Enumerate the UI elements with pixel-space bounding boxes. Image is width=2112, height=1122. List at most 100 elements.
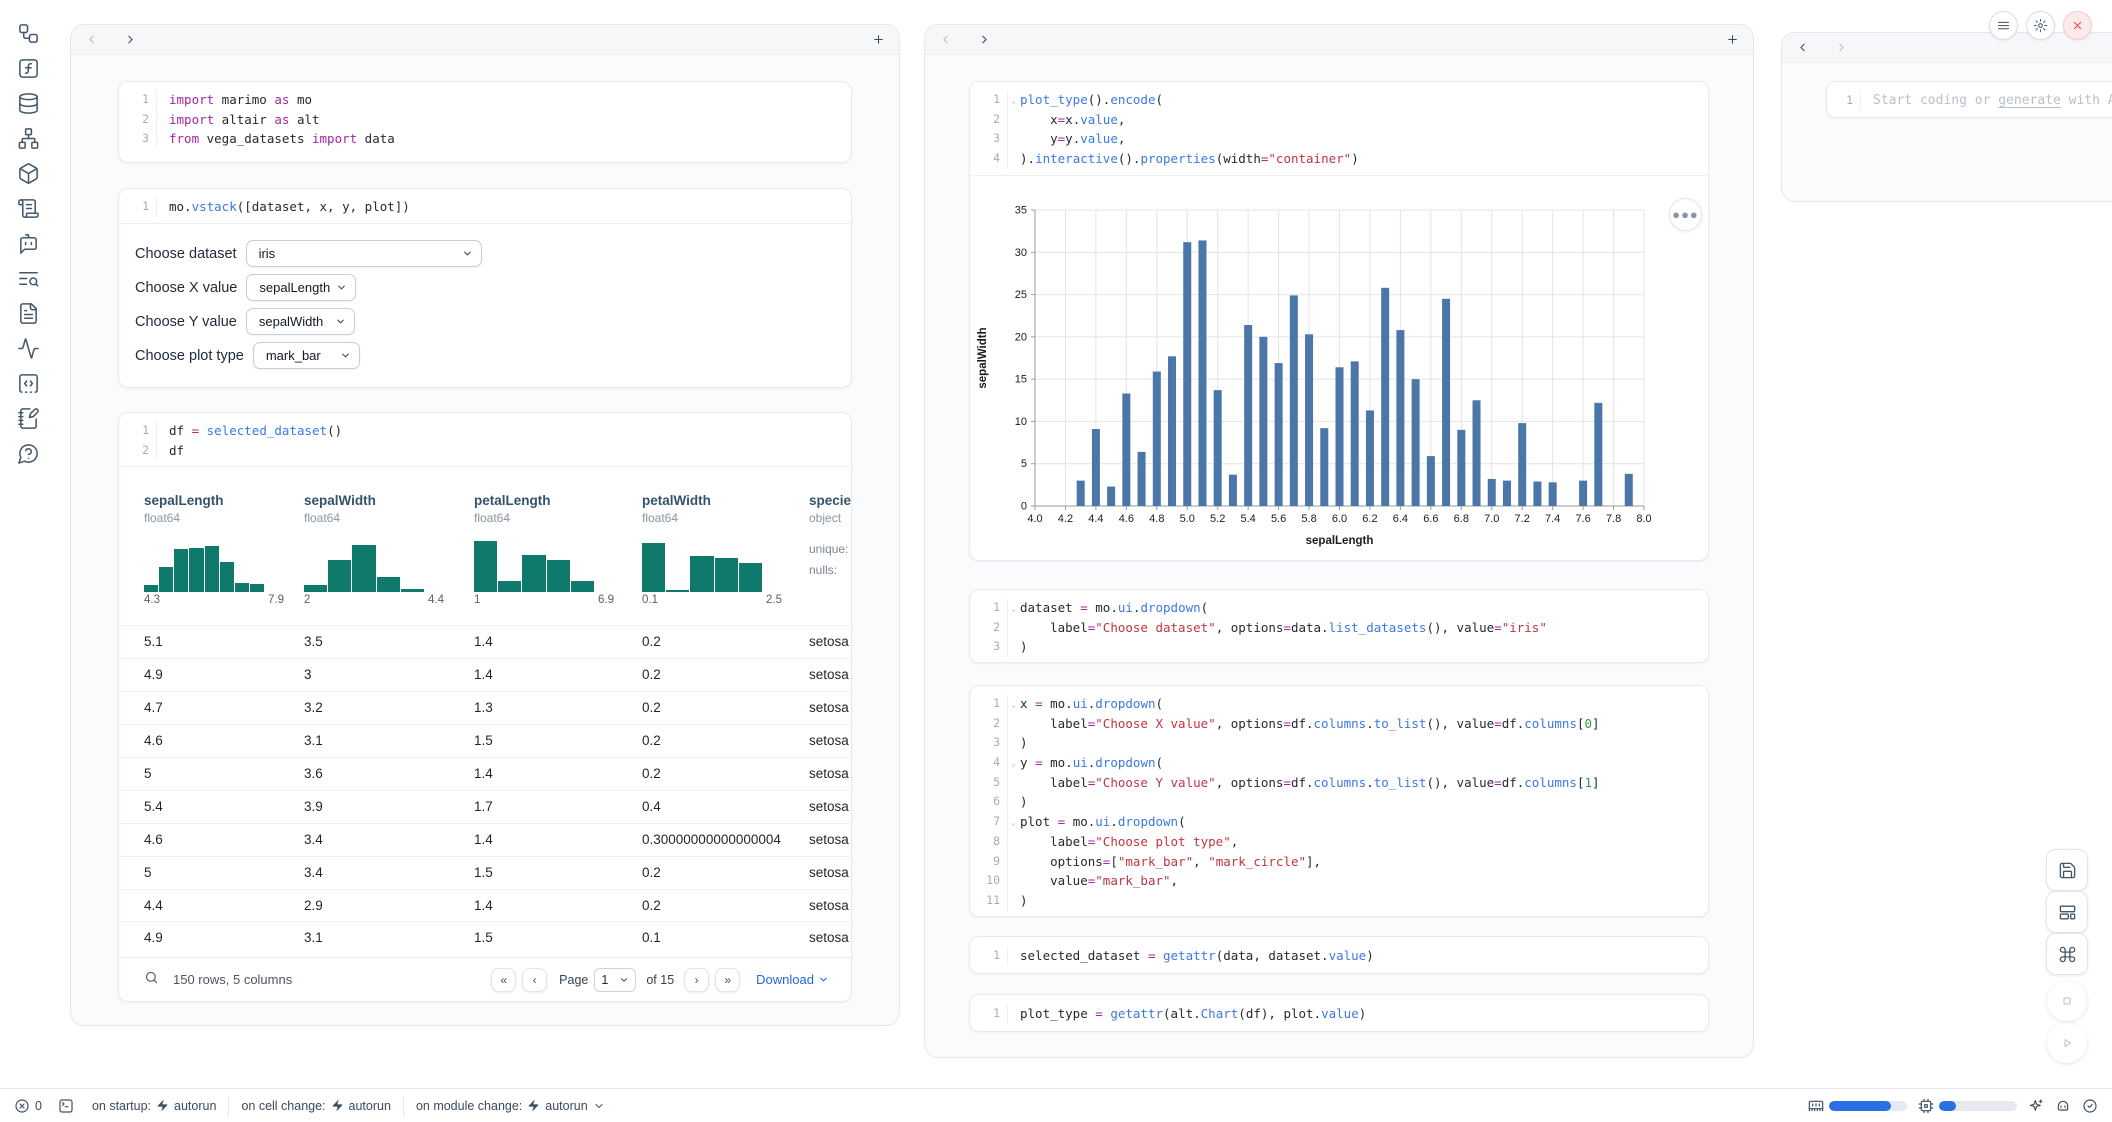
copilot-button[interactable]: [2055, 1098, 2071, 1114]
table-row[interactable]: 53.41.50.2setosa: [119, 856, 851, 889]
column-prev-icon[interactable]: [85, 33, 98, 46]
datasources-icon[interactable]: [15, 90, 41, 116]
runtime-config-item[interactable]: on module change:autorun: [416, 1099, 605, 1113]
generate-link[interactable]: generate: [1998, 93, 2061, 108]
editor-placeholder[interactable]: Start coding or generate with AI: [1861, 90, 2112, 111]
cell-imports[interactable]: 1import marimo as mo2import altair as al…: [118, 81, 852, 163]
runtime-config-item[interactable]: on startup:autorun: [92, 1099, 216, 1113]
choose-plot-type-dropdown[interactable]: mark_bar: [253, 342, 360, 369]
error-counter[interactable]: 0: [14, 1098, 42, 1114]
table-row[interactable]: 4.931.40.2setosa: [119, 658, 851, 691]
chart-actions-button[interactable]: ●●●: [1669, 198, 1702, 231]
table-row[interactable]: 5.13.51.40.2setosa: [119, 625, 851, 658]
table-row[interactable]: 4.63.11.50.2setosa: [119, 724, 851, 757]
column-header-petalLength[interactable]: petalLengthfloat6416.9: [474, 467, 614, 606]
outline-search-icon[interactable]: [15, 265, 41, 291]
cell-selected-dataset[interactable]: 1selected_dataset = getattr(data, datase…: [969, 936, 1709, 974]
cell-xy-plot-dropdowns[interactable]: 1⌄x = mo.ui.dropdown(2 label="Choose X v…: [969, 685, 1709, 917]
dropdown-label: Choose dataset: [135, 246, 237, 262]
line-number: 1: [119, 197, 157, 217]
fold-chevron-icon[interactable]: ⌄: [1011, 91, 1016, 111]
table-cell: 4.6: [144, 725, 163, 758]
code-editor-selected[interactable]: 1selected_dataset = getattr(data, datase…: [970, 937, 1708, 972]
code-editor-imports[interactable]: 1import marimo as mo2import altair as al…: [119, 82, 851, 155]
runtime-config-item[interactable]: on cell change:autorun: [241, 1099, 391, 1113]
code-editor-dataset[interactable]: 1⌄dataset = mo.ui.dropdown(2 label="Choo…: [970, 590, 1708, 663]
terminal-button[interactable]: [58, 1098, 74, 1114]
line-number: 1: [119, 421, 157, 441]
code-editor-plot-type[interactable]: 1plot_type = getattr(alt.Chart(df), plot…: [970, 995, 1708, 1030]
ai-assist-button[interactable]: [2028, 1098, 2044, 1114]
dropdown-label: Choose plot type: [135, 348, 244, 364]
choose-dataset-dropdown[interactable]: iris: [246, 240, 482, 267]
bar: [1305, 334, 1313, 506]
ai-chat-icon[interactable]: [15, 230, 41, 256]
stop-button[interactable]: [2047, 981, 2087, 1021]
fold-chevron-icon[interactable]: ⌄: [1011, 599, 1016, 619]
cpu-usage-bar: [1939, 1101, 2017, 1111]
file-tree-icon[interactable]: [15, 20, 41, 46]
shutdown-button[interactable]: [2063, 11, 2092, 40]
column-header-sepalLength[interactable]: sepalLengthfloat644.37.9: [144, 467, 284, 606]
cell-empty[interactable]: 1 Start coding or generate with AI: [1826, 81, 2112, 118]
page-select[interactable]: 1: [594, 968, 636, 992]
next-page-button[interactable]: ›: [684, 968, 709, 992]
code-editor-vstack[interactable]: 1mo.vstack([dataset, x, y, plot]): [119, 189, 851, 224]
table-row[interactable]: 4.73.21.30.2setosa: [119, 691, 851, 724]
column-prev-icon[interactable]: [1796, 41, 1809, 54]
choose-y-value-dropdown[interactable]: sepalWidth: [246, 308, 355, 335]
circle-x-icon: [14, 1098, 30, 1114]
logs-icon[interactable]: [15, 195, 41, 221]
line-number: 5: [970, 773, 1008, 793]
add-cell-icon[interactable]: [1726, 33, 1739, 46]
snippets-icon[interactable]: [15, 370, 41, 396]
save-button[interactable]: [2046, 849, 2088, 891]
column-next-icon[interactable]: [124, 33, 137, 46]
connection-status[interactable]: [2082, 1098, 2098, 1114]
menu-button[interactable]: [1989, 11, 2018, 40]
last-page-button[interactable]: »: [715, 968, 740, 992]
variables-icon[interactable]: [15, 55, 41, 81]
packages-icon[interactable]: [15, 160, 41, 186]
code-editor-df[interactable]: 1df = selected_dataset()2df: [119, 413, 851, 467]
column-header-petalWidth[interactable]: petalWidthfloat640.12.5: [642, 467, 782, 606]
table-row[interactable]: 4.93.11.50.1setosa: [119, 921, 851, 954]
svg-text:5.4: 5.4: [1241, 513, 1256, 525]
prev-page-button[interactable]: ‹: [522, 968, 547, 992]
code-editor-plot[interactable]: 1⌄plot_type().encode(2 x=x.value,3 y=y.v…: [970, 82, 1708, 176]
fold-chevron-icon[interactable]: ⌄: [1011, 695, 1016, 715]
column-next-icon[interactable]: [1835, 41, 1848, 54]
first-page-button[interactable]: «: [491, 968, 516, 992]
documentation-icon[interactable]: [15, 300, 41, 326]
table-row[interactable]: 5.43.91.70.4setosa: [119, 790, 851, 823]
column-name: petalWidth: [642, 493, 782, 508]
code-editor-xyplot[interactable]: 1⌄x = mo.ui.dropdown(2 label="Choose X v…: [970, 686, 1708, 917]
column-header-species[interactable]: speciesobjectunique:nulls:: [809, 467, 852, 581]
add-cell-icon[interactable]: [872, 33, 885, 46]
scratchpad-icon[interactable]: [15, 405, 41, 431]
help-icon[interactable]: [15, 440, 41, 466]
download-button[interactable]: Download: [756, 972, 829, 987]
chevron-down-icon: [619, 975, 629, 985]
helper-panel-rail: [0, 0, 56, 1086]
fold-chevron-icon[interactable]: ⌄: [1011, 813, 1016, 833]
column-prev-icon[interactable]: [939, 33, 952, 46]
column-next-icon[interactable]: [978, 33, 991, 46]
code-line: options=["mark_bar", "mark_circle"],: [1008, 852, 1321, 872]
table-row[interactable]: 53.61.40.2setosa: [119, 757, 851, 790]
search-icon[interactable]: [144, 970, 159, 990]
fold-chevron-icon[interactable]: ⌄: [1011, 754, 1016, 774]
keyboard-shortcuts-button[interactable]: [2046, 933, 2088, 975]
tracing-icon[interactable]: [15, 335, 41, 361]
settings-button[interactable]: [2026, 11, 2055, 40]
layout-button[interactable]: [2046, 891, 2088, 933]
column-header-sepalWidth[interactable]: sepalWidthfloat6424.4: [304, 467, 444, 606]
run-button[interactable]: [2047, 1023, 2087, 1063]
table-row[interactable]: 4.63.41.40.30000000000000004setosa: [119, 823, 851, 856]
table-row[interactable]: 4.42.91.40.2setosa: [119, 889, 851, 922]
cell-dataset-dropdown[interactable]: 1⌄dataset = mo.ui.dropdown(2 label="Choo…: [969, 589, 1709, 663]
choose-x-value-dropdown[interactable]: sepalLength: [246, 274, 356, 301]
cell-plot-type[interactable]: 1plot_type = getattr(alt.Chart(df), plot…: [969, 994, 1709, 1032]
table-cell: 4.4: [144, 890, 163, 923]
dependencies-icon[interactable]: [15, 125, 41, 151]
